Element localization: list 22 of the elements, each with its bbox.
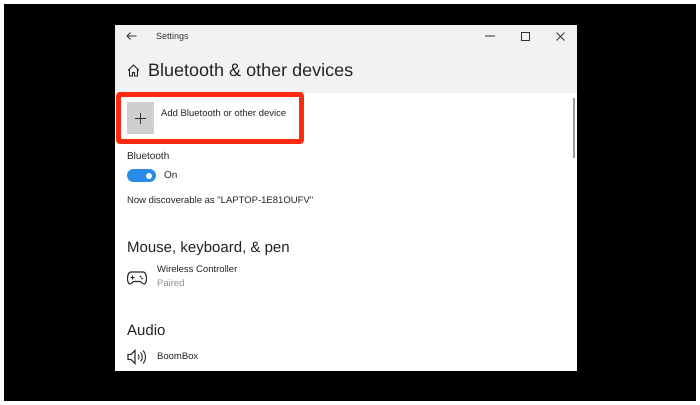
section-heading: Audio (127, 322, 166, 339)
home-icon[interactable] (127, 64, 140, 76)
close-icon[interactable] (556, 32, 565, 40)
add-device-label[interactable]: Add Bluetooth or other device (161, 102, 286, 119)
add-device-button[interactable] (127, 102, 154, 134)
bluetooth-label: Bluetooth (127, 151, 170, 162)
device-name[interactable]: BoomBox (157, 350, 198, 362)
window-title: Settings (156, 31, 189, 41)
section-heading: Mouse, keyboard, & pen (127, 239, 291, 256)
maximize-icon[interactable] (521, 32, 530, 40)
plus-icon (135, 112, 146, 124)
discoverable-text: Now discoverable as "LAPTOP-1E81OUFV" (127, 195, 314, 206)
toggle-state-text: On (164, 170, 178, 181)
game-controller-icon (127, 270, 147, 284)
device-status: Paired (157, 278, 186, 289)
bluetooth-toggle[interactable] (127, 169, 156, 182)
back-arrow-icon[interactable] (126, 32, 137, 40)
minimize-icon[interactable] (485, 35, 495, 37)
scrollbar[interactable] (573, 98, 575, 158)
page-title: Bluetooth & other devices (148, 60, 354, 80)
speaker-icon (127, 349, 147, 365)
device-name[interactable]: Wireless Controller (157, 264, 238, 275)
